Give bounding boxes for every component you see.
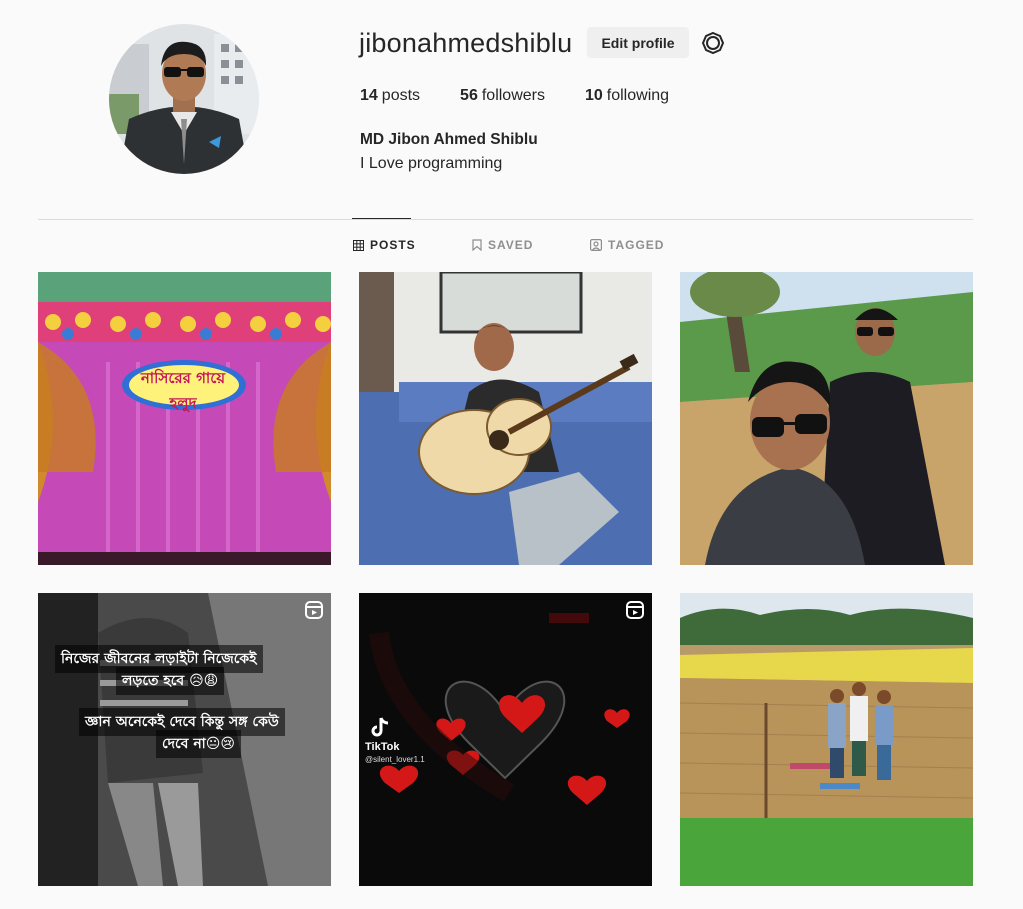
banner-text: নাসিরের গায়ে হলুদ bbox=[140, 369, 226, 412]
post-thumbnail[interactable] bbox=[680, 593, 973, 886]
followers-stat[interactable]: 56 followers bbox=[460, 87, 545, 105]
tag-user-icon bbox=[590, 239, 602, 251]
tiktok-logo-icon bbox=[371, 717, 389, 737]
tiktok-watermark: TikTok bbox=[365, 741, 400, 753]
post-image bbox=[359, 272, 652, 565]
post-thumbnail[interactable] bbox=[359, 272, 652, 565]
posts-label: posts bbox=[381, 87, 421, 104]
post-thumbnail[interactable]: নিজের জীবনের লড়াইটা নিজেকেই লড়তে হবে 😥… bbox=[38, 593, 331, 886]
edit-profile-button[interactable]: Edit profile bbox=[587, 27, 689, 58]
tab-tagged[interactable]: TAGGED bbox=[590, 238, 664, 252]
profile-stats: 14 posts 56 followers 10 following bbox=[360, 87, 709, 105]
posts-count: 14 bbox=[360, 87, 378, 104]
tiktok-handle: @silent_lover1.1 bbox=[365, 755, 425, 764]
post-thumbnail[interactable] bbox=[680, 272, 973, 565]
bookmark-icon bbox=[472, 239, 482, 251]
tab-tagged-label: TAGGED bbox=[608, 238, 665, 252]
active-tab-indicator bbox=[352, 218, 411, 219]
settings-icon[interactable] bbox=[701, 31, 725, 55]
following-count: 10 bbox=[584, 87, 603, 104]
profile-avatar[interactable] bbox=[109, 24, 259, 174]
tab-posts-label: POSTS bbox=[370, 238, 416, 252]
post-image bbox=[38, 272, 331, 565]
followers-count: 56 bbox=[460, 87, 478, 104]
tab-saved-label: SAVED bbox=[488, 238, 534, 252]
followers-label: followers bbox=[481, 87, 545, 104]
post-thumbnail[interactable]: TikTok @silent_lover1.1 bbox=[359, 593, 652, 886]
post-image bbox=[680, 593, 973, 886]
post-image bbox=[359, 593, 652, 886]
post-image bbox=[680, 272, 973, 565]
profile-bio: I Love programming bbox=[360, 155, 503, 172]
post-thumbnail[interactable]: নাসিরের গায়ে হলুদ bbox=[38, 272, 331, 565]
overlay-text-line: লড়তে হবে 😥😩 bbox=[116, 667, 225, 695]
profile-full-name: MD Jibon Ahmed Shiblu bbox=[360, 131, 538, 148]
tabs-divider bbox=[38, 219, 973, 220]
posts-stat: 14 posts bbox=[360, 87, 420, 105]
profile-username: jibonahmedshiblu bbox=[359, 28, 573, 58]
tab-posts[interactable]: POSTS bbox=[353, 238, 416, 252]
overlay-text-line: দেবে না😐😢 bbox=[156, 730, 241, 758]
tab-saved[interactable]: SAVED bbox=[472, 238, 533, 252]
following-stat[interactable]: 10 following bbox=[585, 87, 669, 105]
reels-icon bbox=[626, 601, 644, 619]
reels-icon bbox=[305, 601, 323, 619]
grid-icon bbox=[353, 239, 364, 251]
following-label: following bbox=[606, 87, 670, 104]
